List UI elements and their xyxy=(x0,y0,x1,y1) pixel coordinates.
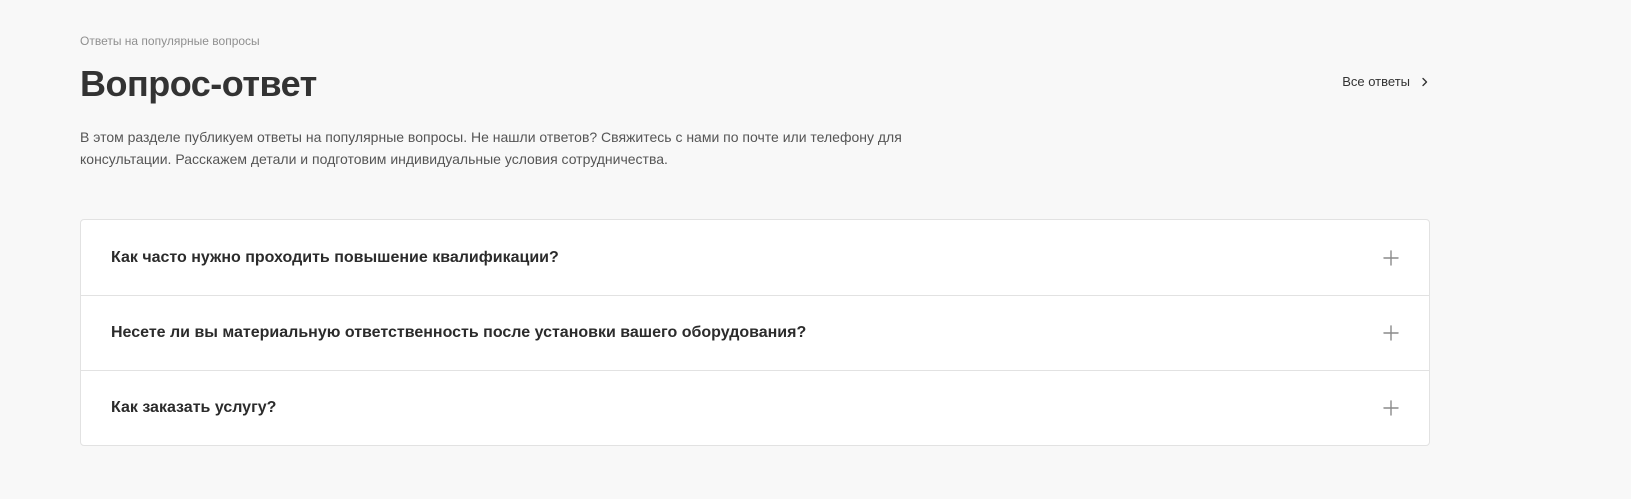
faq-item[interactable]: Как часто нужно проходить повышение квал… xyxy=(81,220,1429,295)
faq-question: Как заказать услугу? xyxy=(111,399,277,416)
plus-icon[interactable] xyxy=(1383,249,1399,266)
faq-question: Несете ли вы материальную ответственност… xyxy=(111,324,807,341)
chevron-right-icon xyxy=(1420,77,1430,87)
plus-icon[interactable] xyxy=(1383,325,1399,341)
all-answers-label: Все ответы xyxy=(1342,74,1410,89)
faq-accordion: Как часто нужно проходить повышение квал… xyxy=(80,219,1430,446)
section-eyebrow: Ответы на популярные вопросы xyxy=(80,34,260,48)
faq-item[interactable]: Несете ли вы материальную ответственност… xyxy=(81,295,1429,370)
plus-icon[interactable] xyxy=(1383,400,1399,416)
all-answers-link[interactable]: Все ответы xyxy=(1342,74,1430,90)
section-description: В этом разделе публикуем ответы на попул… xyxy=(80,129,902,167)
faq-question: Как часто нужно проходить повышение квал… xyxy=(111,248,559,266)
faq-item[interactable]: Как заказать услугу? xyxy=(81,370,1429,445)
page-title: Вопрос-ответ xyxy=(80,63,317,104)
